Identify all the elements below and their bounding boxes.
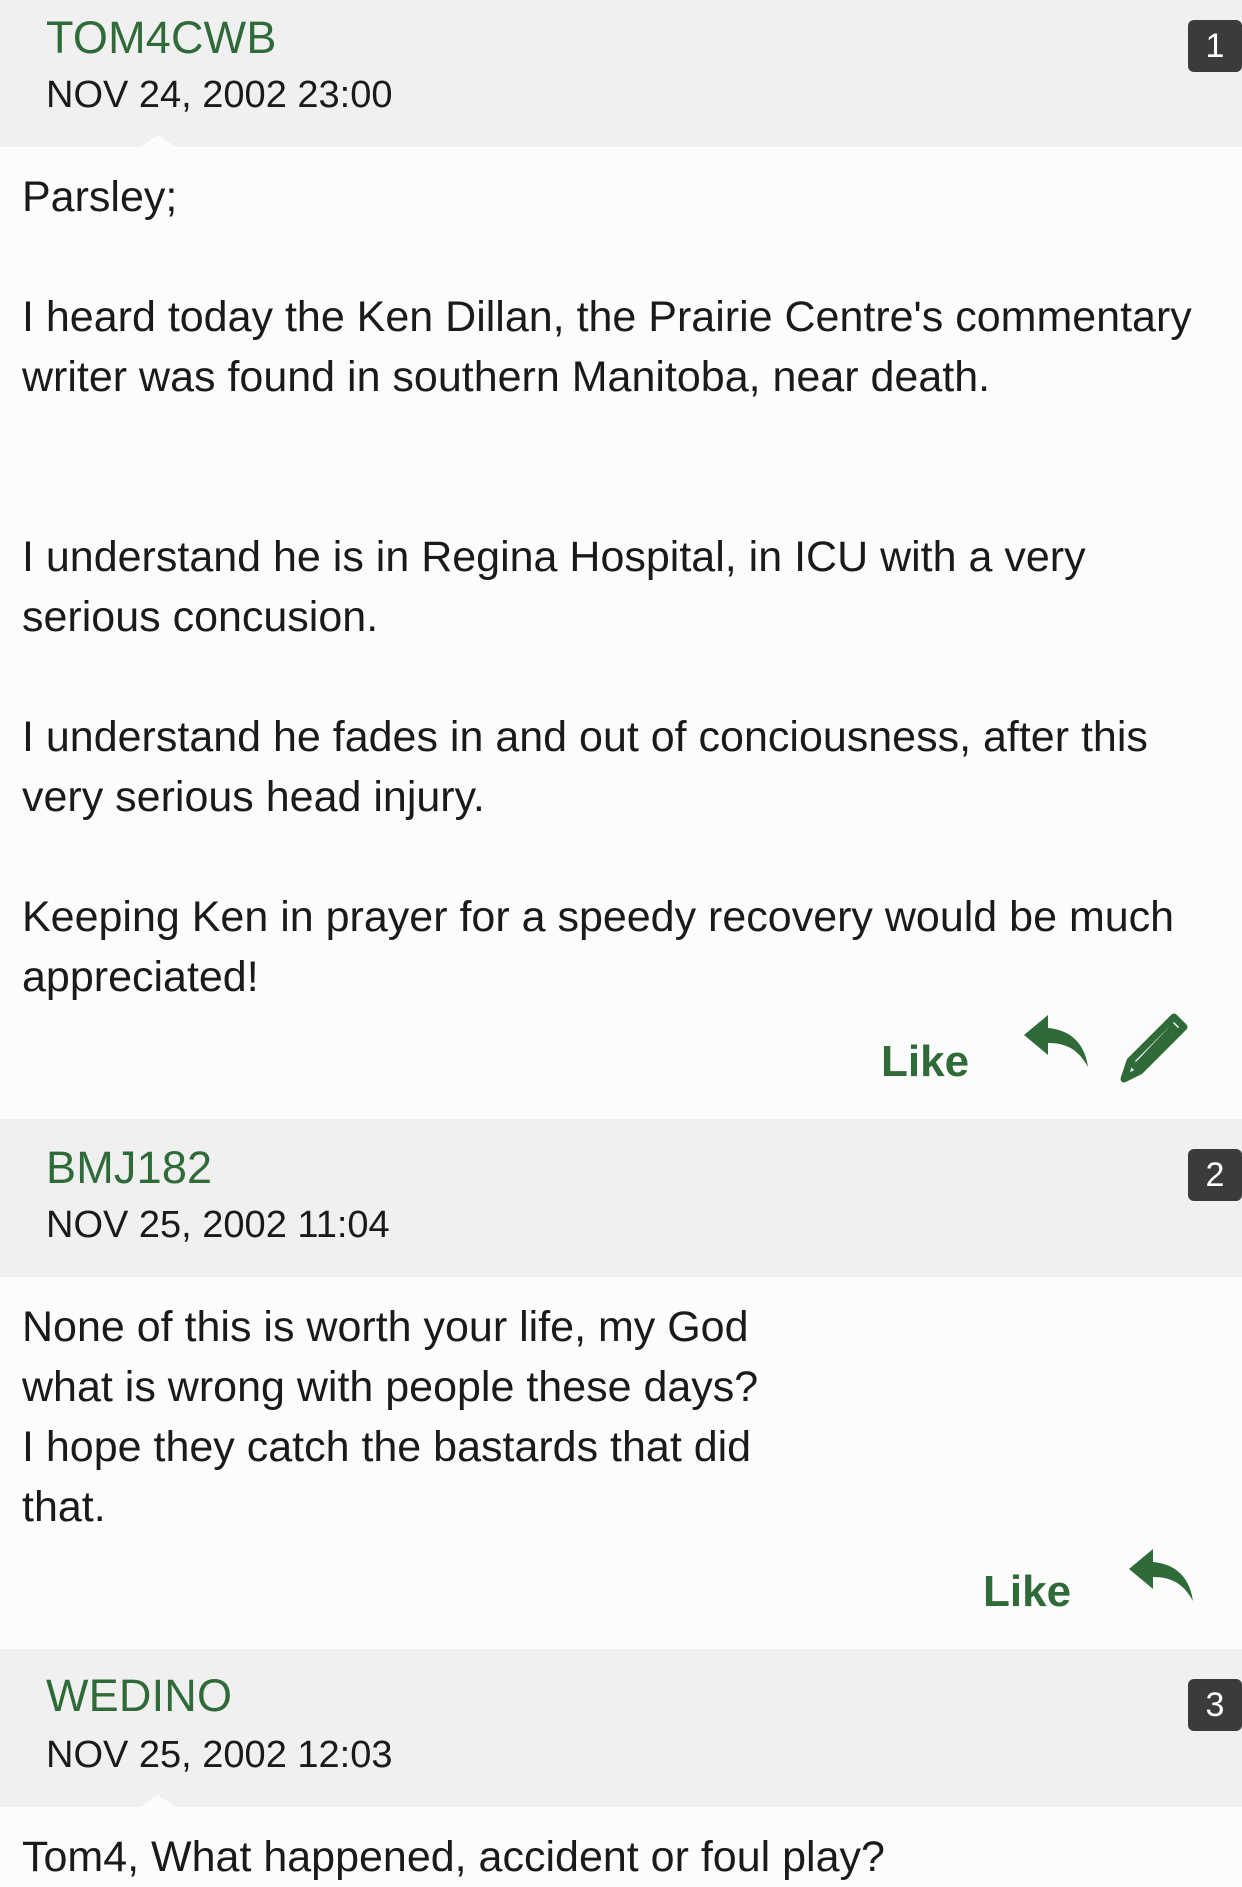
- header-pointer: [140, 135, 176, 147]
- post-timestamp: NOV 25, 2002 12:03: [46, 1734, 393, 1776]
- post-paragraph: Tom4, What happened, accident or foul pl…: [22, 1833, 885, 1881]
- reply-icon[interactable]: [1022, 1013, 1090, 1071]
- post-number-badge[interactable]: 1: [1188, 20, 1242, 72]
- post-number-badge[interactable]: 3: [1188, 1679, 1242, 1731]
- post-timestamp: NOV 25, 2002 11:04: [46, 1204, 390, 1246]
- like-button[interactable]: Like: [983, 1570, 1071, 1614]
- post-author-link[interactable]: BMJ182: [46, 1145, 212, 1190]
- post-author-link[interactable]: TOM4CWB: [46, 15, 277, 60]
- post-header: WEDINO NOV 25, 2002 12:03 3: [0, 1649, 1242, 1807]
- post-paragraph: Keeping Ken in prayer for a speedy recov…: [22, 893, 1175, 1001]
- post-paragraph: None of this is worth your life, my God …: [22, 1303, 759, 1531]
- post-body: Tom4, What happened, accident or foul pl…: [0, 1807, 1242, 1881]
- header-pointer: [140, 1795, 176, 1807]
- post-header: BMJ182 NOV 25, 2002 11:04 2: [0, 1119, 1242, 1277]
- post-paragraph: I understand he fades in and out of conc…: [22, 713, 1148, 821]
- post-author-link[interactable]: WEDINO: [46, 1673, 232, 1718]
- post-paragraph: I understand he is in Regina Hospital, i…: [22, 533, 1086, 641]
- edit-pencil-icon[interactable]: [1116, 1005, 1194, 1083]
- like-button[interactable]: Like: [881, 1040, 969, 1084]
- reply-icon[interactable]: [1127, 1547, 1195, 1605]
- post-body: None of this is worth your life, my God …: [0, 1277, 1242, 1649]
- post-timestamp: NOV 24, 2002 23:00: [46, 74, 393, 116]
- post-paragraph: Parsley;: [22, 173, 178, 221]
- post-header: TOM4CWB NOV 24, 2002 23:00 1: [0, 0, 1242, 147]
- post-body: Parsley; I heard today the Ken Dillan, t…: [0, 147, 1242, 1119]
- post-paragraph: I heard today the Ken Dillan, the Prairi…: [22, 293, 1192, 401]
- post-number-badge[interactable]: 2: [1188, 1149, 1242, 1201]
